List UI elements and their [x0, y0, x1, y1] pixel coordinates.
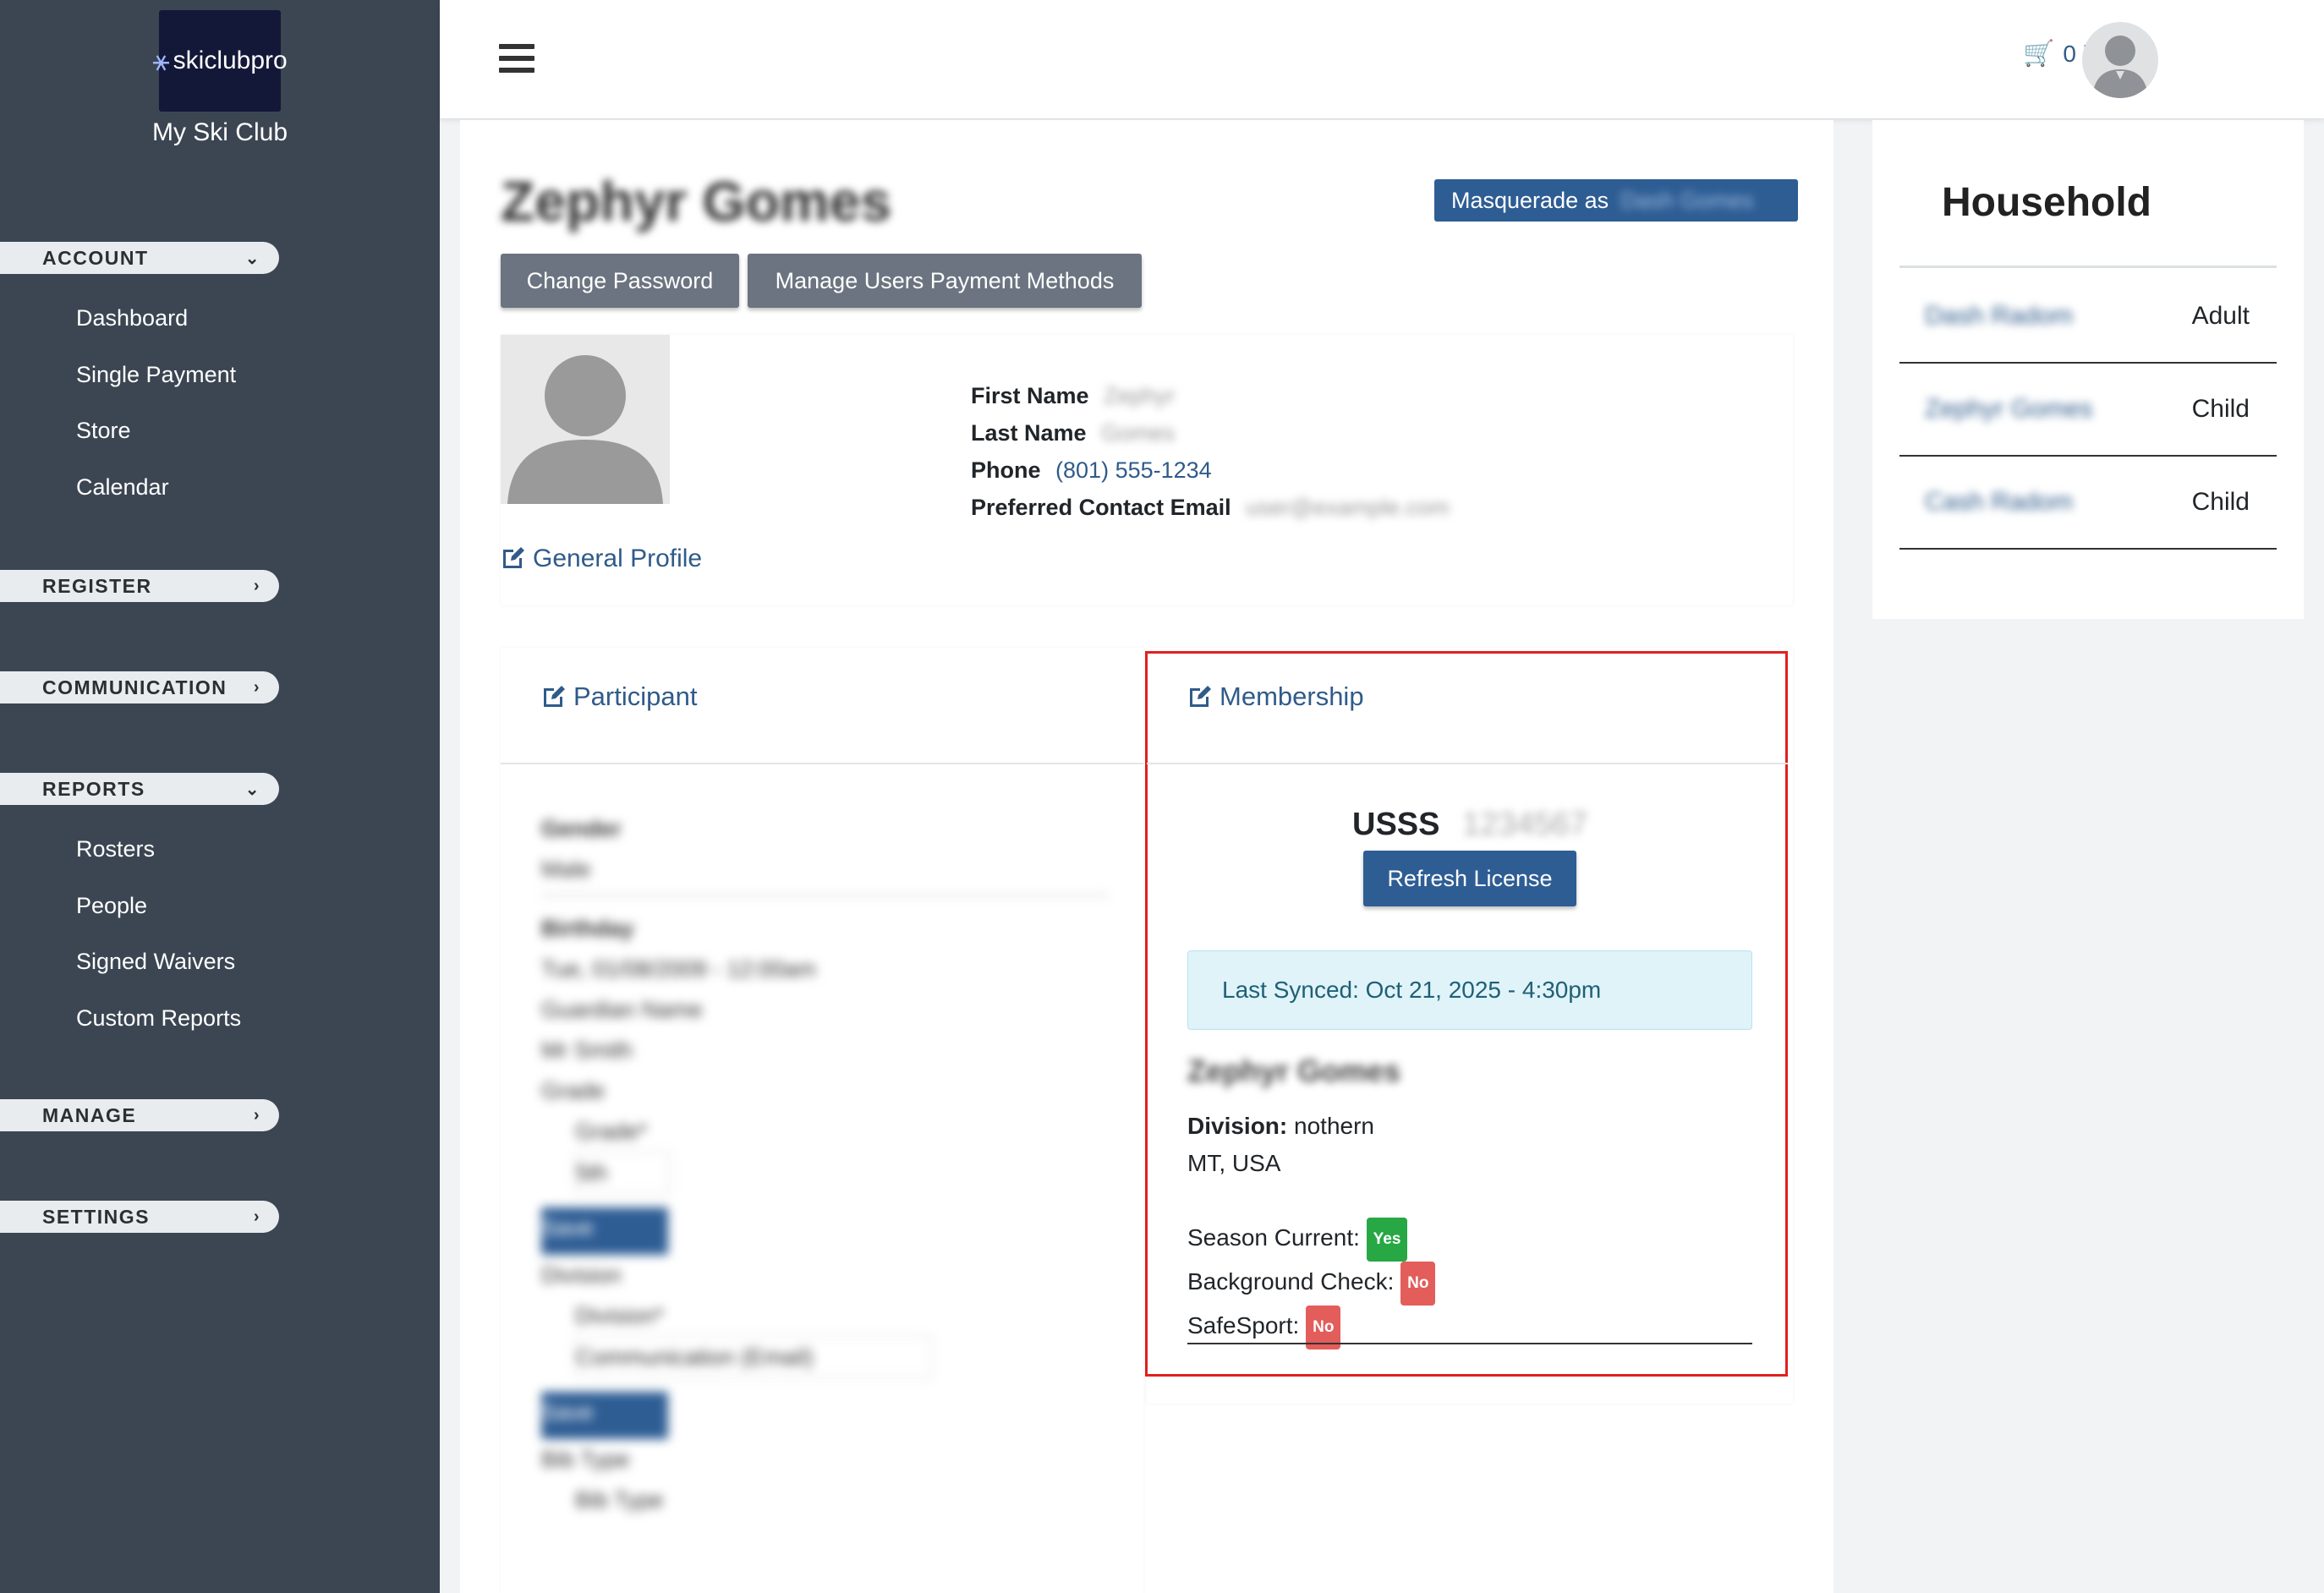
sidebar: ⚹ skiclubpro My Ski Club ACCOUNT ⌄ Dashb… [0, 0, 440, 1593]
nav-section-register[interactable]: REGISTER › [0, 570, 279, 602]
chevron-down-icon: ⌄ [244, 249, 260, 268]
household-member-role: Child [2191, 488, 2250, 516]
email-label: Preferred Contact Email [971, 495, 1231, 520]
snowflake-logo-icon: ⚹ [152, 44, 170, 77]
last-name-label: Last Name [971, 420, 1087, 446]
divider [1899, 266, 2277, 268]
chevron-down-icon: ⌄ [244, 780, 260, 799]
license-line: USSS 1234567 [1147, 807, 1793, 843]
nav-section-manage[interactable]: MANAGE › [0, 1099, 279, 1131]
top-bar: 🛒 0 items [440, 0, 2324, 119]
skiclubpro-logo[interactable]: ⚹ skiclubpro [152, 10, 288, 112]
first-name-label: First Name [971, 383, 1089, 408]
cart-icon: 🛒 [2023, 40, 2055, 68]
last-name-value: Gomes [1101, 420, 1176, 446]
nav-item-dashboard[interactable]: Dashboard [76, 305, 188, 331]
edit-icon [544, 686, 565, 707]
season-current-badge: Yes [1366, 1218, 1408, 1262]
nav-item-single-payment[interactable]: Single Payment [76, 362, 236, 388]
nav-item-rosters[interactable]: Rosters [76, 836, 155, 862]
phone-label: Phone [971, 457, 1041, 483]
edit-icon [1190, 686, 1211, 707]
user-avatar[interactable] [2082, 22, 2158, 98]
manage-payment-methods-button[interactable]: Manage Users Payment Methods [748, 254, 1142, 308]
logo-text: skiclubpro [173, 47, 288, 74]
chevron-right-icon: › [253, 677, 260, 697]
person-silhouette-icon [507, 355, 663, 504]
profile-name: Zephyr Gomes [501, 170, 892, 233]
household-member-role: Adult [2191, 302, 2250, 330]
household-member-row[interactable]: Zephyr Gomes Child [1899, 364, 2277, 457]
divider [1187, 1343, 1752, 1344]
hamburger-menu-icon[interactable] [499, 44, 534, 73]
nav-item-calendar[interactable]: Calendar [76, 474, 169, 501]
background-check-label: Background Check: [1187, 1268, 1395, 1295]
nav-item-custom-reports[interactable]: Custom Reports [76, 1005, 241, 1032]
license-number: 1234567 [1462, 807, 1587, 842]
contact-info: First Name Zephyr Last Name Gomes Phone … [971, 377, 1450, 526]
membership-edit-link[interactable]: Membership [1187, 682, 1364, 712]
general-profile-link[interactable]: General Profile [501, 545, 702, 573]
user-silhouette-icon [2092, 36, 2148, 98]
safesport-label: SafeSport: [1187, 1312, 1300, 1338]
change-password-button[interactable]: Change Password [501, 254, 739, 308]
member-name: Zephyr Gomes [1187, 1054, 1401, 1088]
household-member-role: Child [2191, 395, 2250, 423]
division-label: Division: [1187, 1113, 1288, 1139]
participant-edit-link[interactable]: Participant [541, 682, 697, 712]
chevron-right-icon: › [253, 1105, 260, 1125]
chevron-right-icon: › [253, 576, 260, 595]
season-current-label: Season Current: [1187, 1224, 1360, 1251]
nav-section-communication[interactable]: COMMUNICATION › [0, 671, 279, 703]
household-member-name[interactable]: Cash Radom [1925, 488, 2073, 517]
email-value: user@example.com [1246, 495, 1450, 520]
nav-item-store[interactable]: Store [76, 418, 131, 444]
divider [1147, 763, 1788, 764]
household-title: Household [1942, 180, 2151, 225]
refresh-license-button[interactable]: Refresh License [1363, 851, 1576, 906]
participant-details-blurred: Gender Male Birthday Tue, 01/08/2009 - 1… [541, 808, 1108, 1520]
membership-details: Division: nothern MT, USA Season Current… [1187, 1108, 1436, 1349]
household-member-name[interactable]: Zephyr Gomes [1925, 395, 2092, 424]
profile-photo[interactable] [501, 335, 670, 504]
last-synced-alert: Last Synced: Oct 21, 2025 - 4:30pm [1187, 950, 1752, 1030]
nav-item-people[interactable]: People [76, 893, 147, 919]
masquerade-button[interactable]: Masquerade as Dash Gomes [1434, 179, 1798, 222]
household-member-row[interactable]: Dash Radom Adult [1899, 271, 2277, 364]
first-name-value: Zephyr [1104, 383, 1176, 408]
nav-section-account[interactable]: ACCOUNT ⌄ [0, 242, 279, 274]
division-value: nothern [1294, 1113, 1374, 1139]
household-member-name[interactable]: Dash Radom [1925, 302, 2073, 331]
location-value: MT, USA [1187, 1150, 1281, 1176]
chevron-right-icon: › [253, 1207, 260, 1226]
nav-section-settings[interactable]: SETTINGS › [0, 1201, 279, 1233]
license-org: USSS [1352, 807, 1440, 842]
household-member-row[interactable]: Cash Radom Child [1899, 457, 2277, 550]
club-name: My Ski Club [151, 118, 288, 146]
background-check-badge: No [1400, 1262, 1436, 1306]
nav-section-reports[interactable]: REPORTS ⌄ [0, 773, 279, 805]
edit-icon [503, 547, 524, 568]
nav-item-signed-waivers[interactable]: Signed Waivers [76, 949, 235, 975]
divider [501, 763, 1143, 764]
phone-link[interactable]: (801) 555-1234 [1055, 457, 1212, 483]
